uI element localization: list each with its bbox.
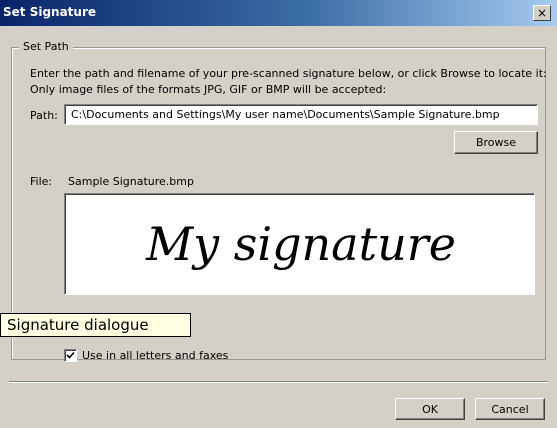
title-bar[interactable]: Set Signature × xyxy=(0,0,557,26)
signature-text: My signature xyxy=(145,217,456,271)
signature-preview: My signature xyxy=(64,193,535,295)
window-title: Set Signature xyxy=(3,5,97,19)
close-button[interactable]: × xyxy=(533,5,551,21)
use-all-checkbox[interactable] xyxy=(64,349,77,362)
path-input[interactable] xyxy=(64,104,538,125)
cancel-button[interactable]: Cancel xyxy=(475,398,545,420)
file-name: Sample Signature.bmp xyxy=(68,175,194,188)
ok-button-label: OK xyxy=(422,402,438,416)
tooltip: Signature dialogue xyxy=(0,313,191,337)
ok-button[interactable]: OK xyxy=(395,398,465,420)
browse-button[interactable]: Browse xyxy=(454,131,538,154)
close-icon: × xyxy=(536,6,548,20)
separator xyxy=(9,381,548,383)
cancel-button-label: Cancel xyxy=(491,402,529,416)
browse-button-label: Browse xyxy=(475,136,517,149)
file-label: File: xyxy=(30,175,53,188)
path-label: Path: xyxy=(30,109,58,122)
use-all-label[interactable]: Use in all letters and faxes xyxy=(82,349,228,362)
instructions-line-2: Only image files of the formats JPG, GIF… xyxy=(30,83,387,96)
group-legend: Set Path xyxy=(19,40,73,53)
tooltip-text: Signature dialogue xyxy=(7,316,149,334)
set-signature-dialog: Set Signature × Set Path Enter the path … xyxy=(0,0,557,428)
checkmark-icon xyxy=(66,351,75,359)
signature-image: My signature xyxy=(145,217,456,271)
instructions-line-1: Enter the path and filename of your pre-… xyxy=(30,67,547,80)
